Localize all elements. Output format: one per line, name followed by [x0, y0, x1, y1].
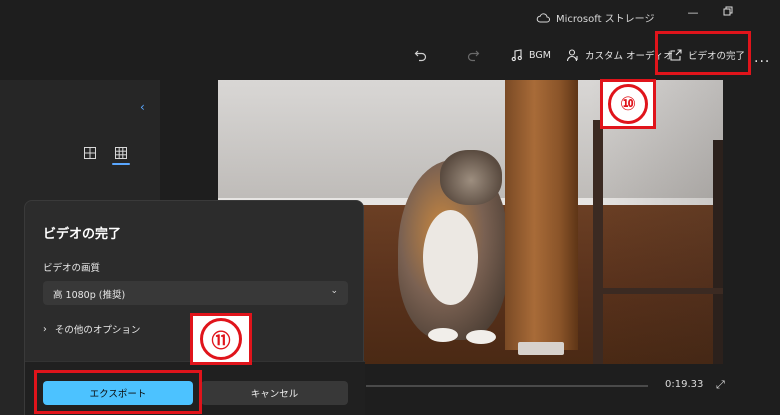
more-options-expander[interactable]: › その他のオプション: [43, 322, 141, 337]
fullscreen-button[interactable]: ⤢: [716, 378, 725, 392]
grid-large-icon[interactable]: [115, 147, 127, 159]
minimize-icon: —: [687, 6, 699, 19]
dialog-title: ビデオの完了: [43, 227, 122, 242]
expand-icon: ⤢: [716, 378, 725, 391]
storage-indicator[interactable]: Microsoft ストレージ: [536, 10, 655, 25]
grid-small-icon[interactable]: [84, 147, 96, 159]
chair-leg: [593, 120, 603, 364]
table-leg-foot: [518, 342, 564, 355]
video-editor-window: Microsoft ストレージ — BGM カスタム オーディオ ビデオの完了 …: [0, 0, 780, 415]
cat-paw: [466, 330, 496, 344]
restore-icon: [723, 6, 733, 16]
chevron-left-icon: ‹: [140, 100, 145, 114]
callout-badge-11: ⑪: [190, 313, 252, 365]
callout-number: ⑪: [200, 318, 242, 360]
cat-head: [440, 150, 502, 205]
redo-button[interactable]: [466, 47, 480, 63]
cat-paw: [428, 328, 458, 342]
more-options-button[interactable]: ...: [754, 50, 770, 66]
chair-crossbar: [593, 288, 723, 294]
quality-select[interactable]: 高 1080p (推奨) ⌄: [43, 281, 348, 305]
table-leg: [505, 80, 578, 350]
restore-button[interactable]: [718, 6, 738, 20]
minimize-button[interactable]: —: [683, 6, 703, 20]
collapse-panel-button[interactable]: ‹: [140, 100, 145, 114]
bgm-button[interactable]: BGM: [510, 47, 551, 63]
quality-label: ビデオの画質: [43, 263, 101, 274]
chair-leg: [713, 140, 723, 364]
undo-icon: [414, 50, 427, 62]
audio-person-icon: [566, 49, 578, 62]
bgm-label: BGM: [529, 49, 551, 61]
cloud-icon: [536, 12, 550, 22]
more-options-label: その他のオプション: [54, 325, 141, 336]
chevron-down-icon: ⌄: [330, 286, 338, 296]
callout-box-export: [34, 370, 202, 414]
playback-time: 0:19.33: [665, 379, 704, 390]
quality-value: 高 1080p (推奨): [53, 290, 126, 301]
callout-badge-10: ⑩: [600, 79, 656, 129]
cancel-button[interactable]: キャンセル: [201, 381, 348, 405]
callout-box-finish-video: [655, 31, 751, 75]
music-note-icon: [511, 49, 522, 62]
storage-label: Microsoft ストレージ: [556, 14, 655, 25]
grid-selected-indicator: [112, 163, 130, 165]
cat-chest: [423, 210, 478, 305]
more-dots-icon: ...: [754, 50, 771, 66]
redo-icon: [467, 50, 480, 62]
playback-progress-bar[interactable]: [366, 385, 648, 387]
undo-button[interactable]: [414, 47, 428, 63]
chevron-right-icon: ›: [43, 323, 47, 335]
callout-number: ⑩: [608, 84, 648, 124]
title-bar: Microsoft ストレージ —: [0, 0, 780, 34]
